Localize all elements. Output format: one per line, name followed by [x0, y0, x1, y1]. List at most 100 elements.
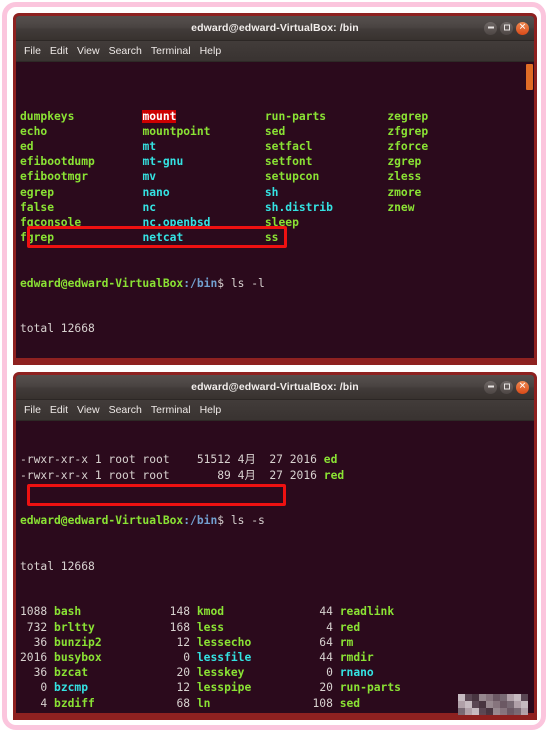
ls-output-row: efibootdump mt-gnu setfont zgrep	[20, 154, 534, 169]
minimize-icon[interactable]	[484, 21, 497, 35]
window-title-1: edward@edward-VirtualBox: /bin	[191, 22, 359, 34]
titlebar-1[interactable]: edward@edward-VirtualBox: /bin ✕	[16, 16, 534, 41]
menu-item-search[interactable]: Search	[109, 404, 142, 416]
prompt-path: :/bin	[183, 514, 218, 528]
ls-output-row: echo mountpoint sed zfgrep	[20, 124, 534, 139]
close-icon[interactable]: ✕	[516, 21, 529, 35]
ls-size-blocks: 1088	[20, 605, 55, 619]
ls-entry: zmore	[387, 185, 422, 199]
ls-entry: setfont	[264, 155, 313, 169]
watermark-pixel	[479, 708, 486, 715]
terminal-output-2[interactable]: -rwxr-xr-x 1 root root 51512 4月 27 2016 …	[16, 421, 534, 717]
ls-size-name: rmdir	[339, 650, 374, 664]
maximize-icon[interactable]	[500, 380, 513, 394]
ls-size-row: 0 bzcmp 12 lesspipe 20 run-parts	[20, 680, 534, 695]
menu-item-edit[interactable]: Edit	[50, 404, 68, 416]
ls-entry: fgrep	[20, 231, 55, 245]
menu-item-help[interactable]: Help	[200, 404, 222, 416]
ls-size-name: rm	[339, 635, 354, 649]
ls-entry: egrep	[20, 185, 55, 199]
ls-entry: efibootdump	[20, 155, 95, 169]
close-icon[interactable]: ✕	[516, 380, 529, 394]
shell-prompt-line-2: edward@edward-VirtualBox:/bin$ ls -s	[20, 513, 534, 528]
ls-entry: znew	[387, 200, 415, 214]
ls-size-name: rnano	[339, 666, 374, 680]
terminal-window-1[interactable]: edward@edward-VirtualBox: /bin ✕ File Ed…	[13, 13, 537, 365]
ls-size-row: 36 bunzip2 12 lessecho 64 rm	[20, 635, 534, 650]
watermark-pixel	[458, 708, 465, 715]
ls-size-blocks: 0	[20, 681, 55, 695]
ls-size-name: ln	[196, 696, 211, 710]
menu-item-help[interactable]: Help	[200, 45, 222, 57]
watermark-pixel	[521, 694, 528, 701]
terminal-window-2[interactable]: edward@edward-VirtualBox: /bin ✕ File Ed…	[13, 372, 537, 720]
menubar-1[interactable]: File Edit View Search Terminal Help	[16, 41, 534, 62]
ls-entry: zgrep	[387, 155, 422, 169]
menu-item-file[interactable]: File	[24, 404, 41, 416]
prompt-user: edward@edward-VirtualBox	[20, 276, 184, 290]
watermark-pixel	[493, 708, 500, 715]
titlebar-2[interactable]: edward@edward-VirtualBox: /bin ✕	[16, 375, 534, 400]
menu-item-terminal[interactable]: Terminal	[151, 404, 191, 416]
window-controls-2: ✕	[484, 375, 529, 399]
watermark-pixel	[458, 694, 465, 701]
menu-item-view[interactable]: View	[77, 404, 100, 416]
watermark-pixel	[507, 694, 514, 701]
ls-output-row: egrep nano sh zmore	[20, 185, 534, 200]
screenshot-root: edward@edward-VirtualBox: /bin ✕ File Ed…	[0, 0, 548, 732]
scrollbar-thumb-1[interactable]	[526, 64, 533, 90]
ls-long-meta: -rwxr-xr-x 1 root root 51512 4月 27 2016	[20, 453, 324, 467]
watermark-pixel	[514, 708, 521, 715]
ls-size-name: bzcmp	[54, 681, 89, 695]
ls-size-name: less	[196, 620, 225, 634]
watermark-pixel	[479, 694, 486, 701]
prompt-command: $ ls -s	[217, 514, 265, 528]
menu-item-search[interactable]: Search	[109, 45, 142, 57]
ls-entry: fgconsole	[20, 215, 82, 229]
ls-size-listing-2: 1088 bash 148 kmod 44 readlink 732 brltt…	[20, 604, 534, 717]
ls-size-name: sed	[339, 696, 361, 710]
ls-entry: mountpoint	[142, 124, 211, 138]
ls-size-row: 2016 busybox 0 lessfile 44 rmdir	[20, 650, 534, 665]
prompt-command: $ ls -l	[217, 276, 265, 290]
menu-item-file[interactable]: File	[24, 45, 41, 57]
total-line-1: total 12668	[20, 322, 95, 336]
ls-long-name: red	[323, 468, 345, 482]
watermark-pixel	[479, 701, 486, 708]
watermark-pixel	[493, 694, 500, 701]
ls-long-row: -rwxr-xr-x 1 root root 89 4月 27 2016 red	[20, 468, 534, 483]
ls-size-name: lesskey	[196, 666, 245, 680]
ls-output-row: fgconsole nc.openbsd sleep	[20, 215, 534, 230]
ls-entry: netcat	[142, 231, 184, 245]
minimize-icon[interactable]	[484, 380, 497, 394]
ls-entry: setupcon	[264, 170, 320, 184]
watermark-pixel	[500, 708, 507, 715]
ls-size-blocks: 36	[20, 666, 55, 680]
ls-size-name: kmod	[196, 605, 225, 619]
total-line-2: total 12668	[20, 559, 95, 573]
ls-entry: zfgrep	[387, 124, 429, 138]
ls-size-name: brltty	[54, 620, 95, 634]
ls-size-row: 4 bzdiff 68 ln 108 sed	[20, 696, 534, 711]
ls-output-row: false nc sh.distrib znew	[20, 200, 534, 215]
watermark-pixel	[500, 701, 507, 708]
ls-size-name: bzdiff	[54, 696, 95, 710]
menu-item-edit[interactable]: Edit	[50, 45, 68, 57]
ls-size-blocks: 44	[305, 605, 340, 619]
ls-entry: echo	[20, 124, 48, 138]
ls-size-name: red	[339, 620, 361, 634]
menu-item-view[interactable]: View	[77, 45, 100, 57]
ls-long-name: ed	[323, 453, 338, 467]
menubar-2[interactable]: File Edit View Search Terminal Help	[16, 400, 534, 421]
menu-item-terminal[interactable]: Terminal	[151, 45, 191, 57]
maximize-icon[interactable]	[500, 21, 513, 35]
ls-entry: setfacl	[264, 139, 313, 153]
terminal-output-1[interactable]: dumpkeys mount run-parts zegrep echo moun…	[16, 62, 534, 362]
ls-size-blocks: 148	[162, 605, 197, 619]
ls-size-blocks: 2016	[20, 650, 55, 664]
scrollbar-1[interactable]	[525, 62, 534, 362]
ls-output-row: fgrep netcat ss	[20, 230, 534, 245]
watermark-pixel	[514, 694, 521, 701]
ls-size-name: bzcat	[54, 666, 89, 680]
ls-entry: nc	[142, 200, 157, 214]
